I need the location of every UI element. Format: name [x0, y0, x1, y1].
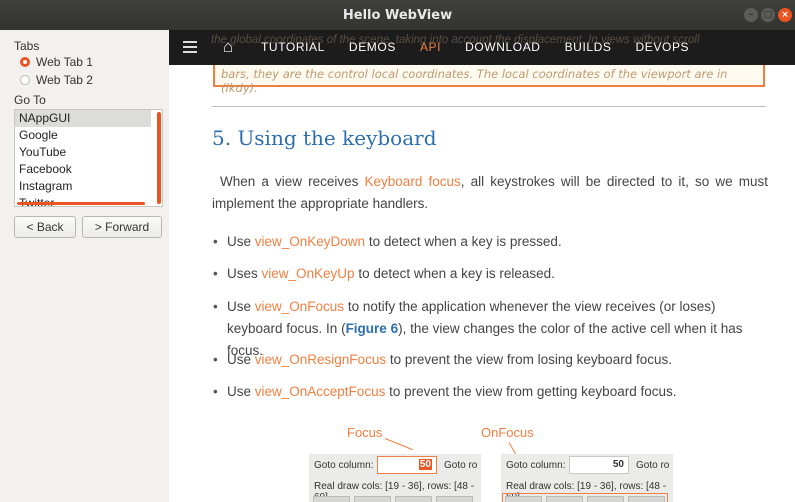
caption-onfocus: OnFocus: [481, 425, 534, 440]
list-item[interactable]: Twitter: [15, 195, 151, 206]
minimize-button[interactable]: –: [744, 8, 758, 22]
radio-label: Web Tab 1: [36, 55, 93, 69]
view-onkeyup-link[interactable]: view_OnKeyUp: [262, 266, 355, 281]
text: Use: [227, 384, 255, 399]
close-button[interactable]: ×: [778, 8, 792, 22]
text: When a view receives: [220, 174, 365, 189]
web-view[interactable]: bars, they are the control local coordin…: [169, 30, 795, 502]
view-onkeydown-link[interactable]: view_OnKeyDown: [255, 234, 365, 249]
horizontal-scrollbar[interactable]: [17, 202, 145, 205]
goto-column-input: 50: [569, 456, 629, 474]
list-item[interactable]: Facebook: [15, 161, 151, 178]
text: to prevent the view from losing keyboard…: [386, 352, 672, 367]
text: Use: [227, 234, 255, 249]
goto-column-label: Goto column:: [506, 460, 566, 471]
figure-6: Focus OnFocus Goto column: 50 Goto ro Re…: [309, 425, 689, 502]
goto-row-label: Goto ro: [444, 460, 478, 471]
sidebar: Tabs Web Tab 1 Web Tab 2 Go To NAppGUI G…: [0, 30, 169, 502]
radio-unchecked-icon: [20, 75, 30, 85]
caption-focus: Focus: [347, 425, 383, 440]
window-controls: – □ ×: [744, 8, 792, 22]
window-title: Hello WebView: [342, 7, 453, 23]
list-item: Use view_OnKeyDown to detect when a key …: [212, 231, 772, 253]
text: Use: [227, 352, 255, 367]
figure-6-link[interactable]: Figure 6: [346, 321, 399, 336]
window-titlebar: Hello WebView – □ ×: [0, 0, 795, 30]
goto-column-label: Goto column:: [314, 460, 374, 471]
text: Uses: [227, 266, 262, 281]
goto-label: Go To: [14, 93, 46, 107]
site-navbar: ⌂ TUTORIAL DEMOS API DOWNLOAD BUILDS DEV…: [169, 30, 795, 65]
overlapped-text: the global coordinates of the scene, tak…: [211, 34, 700, 46]
text: to detect when a key is pressed.: [365, 234, 562, 249]
list-item: Use view_OnResignFocus to prevent the vi…: [212, 349, 772, 371]
divider: [212, 106, 766, 107]
section-heading: 5. Using the keyboard: [212, 126, 437, 150]
view-onresignfocus-link[interactable]: view_OnResignFocus: [255, 352, 386, 367]
text: Use: [227, 299, 255, 314]
figure-panel-focus: Goto column: 50 Goto ro Real draw cols: …: [309, 454, 481, 502]
list-item[interactable]: Instagram: [15, 178, 151, 195]
list-item[interactable]: Google: [15, 127, 151, 144]
cell-row: [313, 496, 473, 502]
view-onacceptfocus-link[interactable]: view_OnAcceptFocus: [255, 384, 386, 399]
caption-arrow: [384, 438, 414, 451]
list-item[interactable]: YouTube: [15, 144, 151, 161]
value: 50: [418, 459, 432, 470]
goto-column-input: 50: [377, 456, 437, 474]
back-button[interactable]: < Back: [14, 216, 76, 238]
intro-paragraph: When a view receives Keyboard focus, all…: [212, 171, 768, 215]
list-item[interactable]: NAppGUI: [15, 110, 151, 127]
text: to prevent the view from getting keyboar…: [385, 384, 677, 399]
sites-listbox[interactable]: NAppGUI Google YouTube Facebook Instagra…: [14, 109, 163, 207]
forward-button[interactable]: > Forward: [82, 216, 162, 238]
keyboard-focus-link[interactable]: Keyboard focus: [365, 174, 461, 189]
tabs-label: Tabs: [14, 39, 40, 53]
cell-row: [502, 493, 668, 502]
text: to detect when a key is released.: [354, 266, 555, 281]
list-item: Use view_OnAcceptFocus to prevent the vi…: [212, 381, 772, 403]
vertical-scrollbar[interactable]: [157, 112, 161, 204]
list-item: Uses view_OnKeyUp to detect when a key i…: [212, 263, 772, 285]
radio-checked-icon: [20, 57, 30, 67]
radio-label: Web Tab 2: [36, 73, 93, 87]
figure-panel-onfocus: Goto column: 50 Goto ro Real draw cols: …: [501, 454, 673, 502]
view-onfocus-link[interactable]: view_OnFocus: [255, 299, 344, 314]
maximize-button[interactable]: □: [761, 8, 775, 22]
menu-icon[interactable]: [183, 41, 197, 56]
goto-row-label: Goto ro: [636, 460, 670, 471]
radio-web-tab-2[interactable]: Web Tab 2: [20, 73, 93, 87]
radio-web-tab-1[interactable]: Web Tab 1: [20, 55, 93, 69]
